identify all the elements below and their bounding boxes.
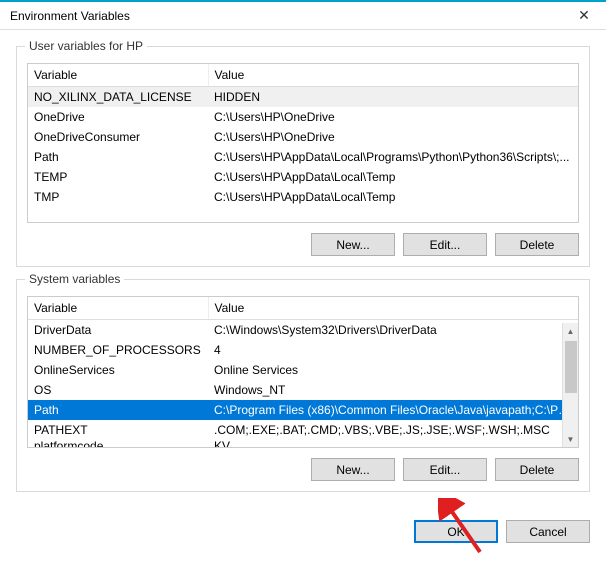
- user-col-variable[interactable]: Variable: [28, 64, 208, 87]
- cell-value: HIDDEN: [208, 87, 578, 108]
- system-col-variable[interactable]: Variable: [28, 297, 208, 320]
- system-new-button[interactable]: New...: [311, 458, 395, 481]
- cell-value: C:\Users\HP\OneDrive: [208, 127, 578, 147]
- table-row[interactable]: NO_XILINX_DATA_LICENSE HIDDEN: [28, 87, 578, 108]
- user-new-button[interactable]: New...: [311, 233, 395, 256]
- cancel-button[interactable]: Cancel: [506, 520, 590, 543]
- cell-value: C:\Windows\System32\Drivers\DriverData: [208, 320, 578, 341]
- user-edit-button[interactable]: Edit...: [403, 233, 487, 256]
- user-variables-table[interactable]: Variable Value NO_XILINX_DATA_LICENSE HI…: [28, 64, 578, 207]
- cell-value: Windows_NT: [208, 380, 578, 400]
- table-row[interactable]: platformcode KV: [28, 440, 578, 448]
- cell-variable: OS: [28, 380, 208, 400]
- dialog-content: User variables for HP Variable Value NO_…: [0, 30, 606, 520]
- close-icon: ✕: [578, 7, 590, 24]
- table-row[interactable]: DriverData C:\Windows\System32\Drivers\D…: [28, 320, 578, 341]
- system-variables-legend: System variables: [25, 272, 124, 286]
- user-variables-group: User variables for HP Variable Value NO_…: [16, 46, 590, 267]
- cell-variable: OneDriveConsumer: [28, 127, 208, 147]
- table-row[interactable]: OneDrive C:\Users\HP\OneDrive: [28, 107, 578, 127]
- cell-value: C:\Users\HP\AppData\Local\Temp: [208, 187, 578, 207]
- table-row[interactable]: OneDriveConsumer C:\Users\HP\OneDrive: [28, 127, 578, 147]
- table-row[interactable]: Path C:\Users\HP\AppData\Local\Programs\…: [28, 147, 578, 167]
- user-delete-button[interactable]: Delete: [495, 233, 579, 256]
- table-row[interactable]: Path C:\Program Files (x86)\Common Files…: [28, 400, 578, 420]
- cell-variable: Path: [28, 400, 208, 420]
- system-variables-table[interactable]: Variable Value DriverData C:\Windows\Sys…: [28, 297, 578, 448]
- user-variables-table-wrap: Variable Value NO_XILINX_DATA_LICENSE HI…: [27, 63, 579, 223]
- scroll-down-icon[interactable]: ▼: [563, 431, 578, 447]
- cell-variable: PATHEXT: [28, 420, 208, 440]
- cell-variable: OneDrive: [28, 107, 208, 127]
- user-col-value[interactable]: Value: [208, 64, 578, 87]
- cell-value: Online Services: [208, 360, 578, 380]
- scroll-thumb[interactable]: [565, 341, 577, 393]
- cell-variable: NO_XILINX_DATA_LICENSE: [28, 87, 208, 108]
- titlebar: Environment Variables ✕: [0, 0, 606, 30]
- cell-variable: TMP: [28, 187, 208, 207]
- cell-variable: OnlineServices: [28, 360, 208, 380]
- ok-button[interactable]: OK: [414, 520, 498, 543]
- table-row[interactable]: OS Windows_NT: [28, 380, 578, 400]
- cell-value: C:\Users\HP\OneDrive: [208, 107, 578, 127]
- user-button-row: New... Edit... Delete: [27, 233, 579, 256]
- window-title: Environment Variables: [10, 9, 130, 23]
- system-variables-group: System variables Variable Value DriverDa…: [16, 279, 590, 492]
- table-row[interactable]: PATHEXT .COM;.EXE;.BAT;.CMD;.VBS;.VBE;.J…: [28, 420, 578, 440]
- cell-value: KV: [208, 440, 578, 448]
- user-variables-legend: User variables for HP: [25, 39, 147, 53]
- cell-variable: platformcode: [28, 440, 208, 448]
- cell-variable: TEMP: [28, 167, 208, 187]
- cell-variable: NUMBER_OF_PROCESSORS: [28, 340, 208, 360]
- cell-value: 4: [208, 340, 578, 360]
- table-row[interactable]: TMP C:\Users\HP\AppData\Local\Temp: [28, 187, 578, 207]
- cell-value: C:\Users\HP\AppData\Local\Programs\Pytho…: [208, 147, 578, 167]
- cell-variable: DriverData: [28, 320, 208, 341]
- system-col-value[interactable]: Value: [208, 297, 578, 320]
- system-variables-table-wrap: Variable Value DriverData C:\Windows\Sys…: [27, 296, 579, 448]
- cell-variable: Path: [28, 147, 208, 167]
- system-delete-button[interactable]: Delete: [495, 458, 579, 481]
- table-row[interactable]: OnlineServices Online Services: [28, 360, 578, 380]
- system-edit-button[interactable]: Edit...: [403, 458, 487, 481]
- close-button[interactable]: ✕: [562, 2, 606, 30]
- cell-value: C:\Users\HP\AppData\Local\Temp: [208, 167, 578, 187]
- dialog-button-row: OK Cancel: [0, 520, 606, 557]
- cell-value: .COM;.EXE;.BAT;.CMD;.VBS;.VBE;.JS;.JSE;.…: [208, 420, 578, 440]
- cell-value: C:\Program Files (x86)\Common Files\Orac…: [208, 400, 578, 420]
- scroll-up-icon[interactable]: ▲: [563, 323, 578, 339]
- table-row[interactable]: TEMP C:\Users\HP\AppData\Local\Temp: [28, 167, 578, 187]
- table-row[interactable]: NUMBER_OF_PROCESSORS 4: [28, 340, 578, 360]
- system-scrollbar[interactable]: ▲ ▼: [562, 323, 578, 447]
- system-button-row: New... Edit... Delete: [27, 458, 579, 481]
